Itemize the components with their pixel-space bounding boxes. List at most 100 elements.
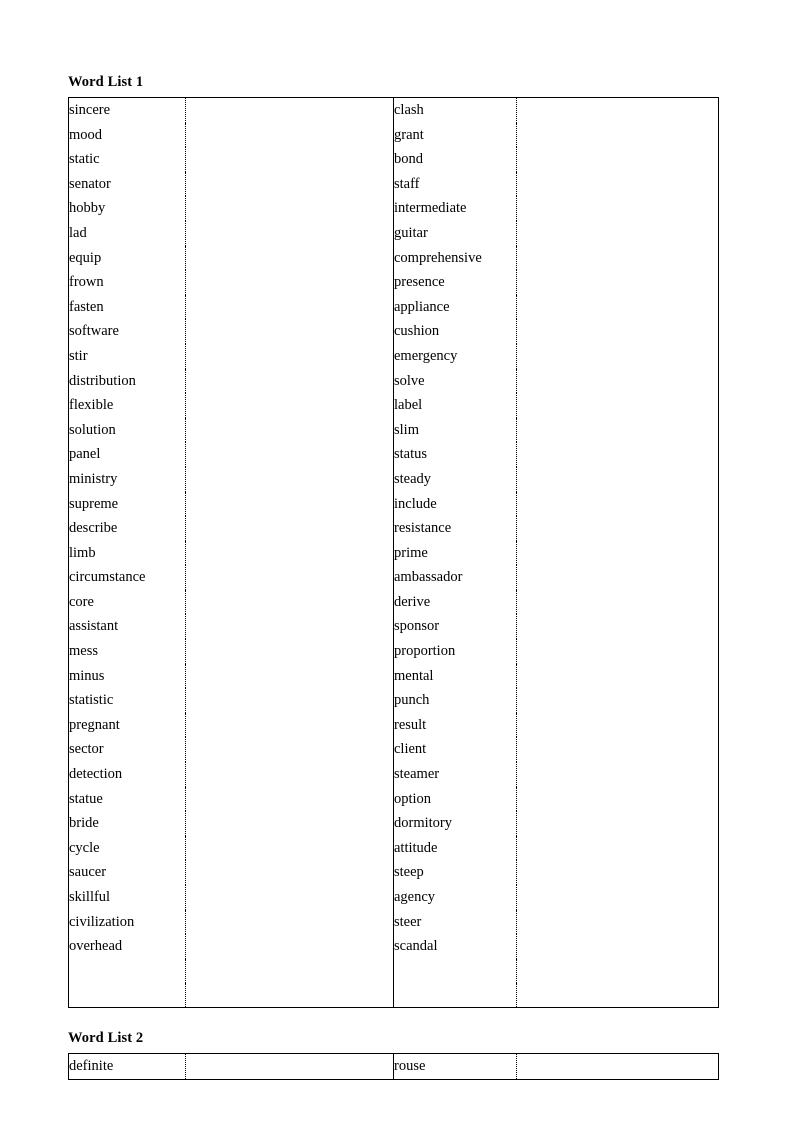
answer-blank-primary[interactable] xyxy=(185,294,394,320)
word-text: overhead xyxy=(69,938,123,955)
answer-blank-primary[interactable] xyxy=(185,147,394,172)
answer-blank-secondary[interactable] xyxy=(516,540,719,566)
answer-blank-primary[interactable] xyxy=(185,220,394,246)
word-text: comprehensive xyxy=(394,249,482,266)
answer-blank-primary[interactable] xyxy=(185,885,394,910)
answer-blank-secondary[interactable] xyxy=(516,565,719,590)
answer-blank-secondary[interactable] xyxy=(516,147,719,172)
answer-blank-primary[interactable] xyxy=(185,565,394,590)
answer-blank-secondary[interactable] xyxy=(516,958,719,984)
answer-blank-primary[interactable] xyxy=(185,196,394,221)
answer-blank-primary[interactable] xyxy=(185,909,394,935)
answer-blank-secondary[interactable] xyxy=(516,786,719,812)
word-cell-primary: limb xyxy=(68,540,186,566)
answer-blank-secondary[interactable] xyxy=(516,934,719,959)
answer-blank-primary[interactable] xyxy=(185,688,394,713)
answer-blank-secondary[interactable] xyxy=(516,343,719,369)
answer-blank-primary[interactable] xyxy=(185,786,394,812)
answer-blank-primary[interactable] xyxy=(185,737,394,763)
answer-blank-secondary[interactable] xyxy=(516,220,719,246)
word-cell-primary: sector xyxy=(68,737,186,763)
answer-blank-secondary[interactable] xyxy=(516,1053,719,1080)
word-cell-primary: panel xyxy=(68,442,186,467)
answer-blank-primary[interactable] xyxy=(185,97,394,123)
word-cell-secondary: clash xyxy=(393,97,517,123)
answer-blank-secondary[interactable] xyxy=(516,762,719,787)
word-list-2-title: Word List 2 xyxy=(68,1030,144,1046)
word-text: supreme xyxy=(69,495,119,512)
table-row: equip comprehensive xyxy=(68,245,719,271)
answer-blank-secondary[interactable] xyxy=(516,983,719,1008)
answer-blank-primary[interactable] xyxy=(185,639,394,664)
word-cell-secondary: option xyxy=(393,786,517,812)
answer-blank-secondary[interactable] xyxy=(516,811,719,836)
answer-blank-secondary[interactable] xyxy=(516,663,719,689)
answer-blank-secondary[interactable] xyxy=(516,122,719,148)
answer-blank-primary[interactable] xyxy=(185,122,394,148)
answer-blank-primary[interactable] xyxy=(185,1053,394,1080)
word-cell-secondary: prime xyxy=(393,540,517,566)
answer-blank-secondary[interactable] xyxy=(516,393,719,418)
answer-blank-primary[interactable] xyxy=(185,171,394,197)
answer-blank-secondary[interactable] xyxy=(516,417,719,443)
answer-blank-primary[interactable] xyxy=(185,491,394,517)
answer-blank-secondary[interactable] xyxy=(516,860,719,885)
table-row: limb prime xyxy=(68,540,719,566)
table-row: detection steamer xyxy=(68,762,719,787)
answer-blank-secondary[interactable] xyxy=(516,712,719,738)
answer-blank-secondary[interactable] xyxy=(516,737,719,763)
answer-blank-primary[interactable] xyxy=(185,712,394,738)
answer-blank-primary[interactable] xyxy=(185,319,394,344)
answer-blank-primary[interactable] xyxy=(185,270,394,295)
answer-blank-primary[interactable] xyxy=(185,245,394,271)
answer-blank-secondary[interactable] xyxy=(516,614,719,640)
table-row: supreme include xyxy=(68,491,719,517)
answer-blank-secondary[interactable] xyxy=(516,491,719,517)
answer-blank-primary[interactable] xyxy=(185,466,394,492)
table-row: static bond xyxy=(68,147,719,172)
answer-blank-secondary[interactable] xyxy=(516,466,719,492)
answer-blank-primary[interactable] xyxy=(185,368,394,394)
answer-blank-primary[interactable] xyxy=(185,516,394,541)
word-text: describe xyxy=(69,520,118,537)
answer-blank-secondary[interactable] xyxy=(516,885,719,910)
word-cell-secondary: result xyxy=(393,712,517,738)
answer-blank-primary[interactable] xyxy=(185,442,394,467)
word-text: hobby xyxy=(69,200,106,217)
answer-blank-primary[interactable] xyxy=(185,983,394,1008)
answer-blank-primary[interactable] xyxy=(185,958,394,984)
answer-blank-secondary[interactable] xyxy=(516,245,719,271)
answer-blank-primary[interactable] xyxy=(185,934,394,959)
answer-blank-secondary[interactable] xyxy=(516,442,719,467)
answer-blank-secondary[interactable] xyxy=(516,516,719,541)
answer-blank-primary[interactable] xyxy=(185,811,394,836)
answer-blank-secondary[interactable] xyxy=(516,196,719,221)
answer-blank-primary[interactable] xyxy=(185,589,394,615)
word-cell-primary: frown xyxy=(68,270,186,295)
answer-blank-secondary[interactable] xyxy=(516,835,719,861)
answer-blank-primary[interactable] xyxy=(185,343,394,369)
answer-blank-primary[interactable] xyxy=(185,860,394,885)
answer-blank-secondary[interactable] xyxy=(516,639,719,664)
word-list-2-table: definite rouse xyxy=(68,1053,719,1080)
answer-blank-primary[interactable] xyxy=(185,663,394,689)
answer-blank-secondary[interactable] xyxy=(516,589,719,615)
answer-blank-secondary[interactable] xyxy=(516,368,719,394)
answer-blank-secondary[interactable] xyxy=(516,909,719,935)
answer-blank-primary[interactable] xyxy=(185,835,394,861)
word-text: steep xyxy=(394,864,424,881)
answer-blank-secondary[interactable] xyxy=(516,171,719,197)
answer-blank-primary[interactable] xyxy=(185,393,394,418)
word-text: steamer xyxy=(394,766,440,783)
word-text: include xyxy=(394,495,437,512)
answer-blank-primary[interactable] xyxy=(185,614,394,640)
answer-blank-primary[interactable] xyxy=(185,417,394,443)
answer-blank-secondary[interactable] xyxy=(516,319,719,344)
answer-blank-primary[interactable] xyxy=(185,540,394,566)
word-cell-primary: assistant xyxy=(68,614,186,640)
answer-blank-secondary[interactable] xyxy=(516,294,719,320)
answer-blank-secondary[interactable] xyxy=(516,270,719,295)
answer-blank-primary[interactable] xyxy=(185,762,394,787)
answer-blank-secondary[interactable] xyxy=(516,97,719,123)
answer-blank-secondary[interactable] xyxy=(516,688,719,713)
